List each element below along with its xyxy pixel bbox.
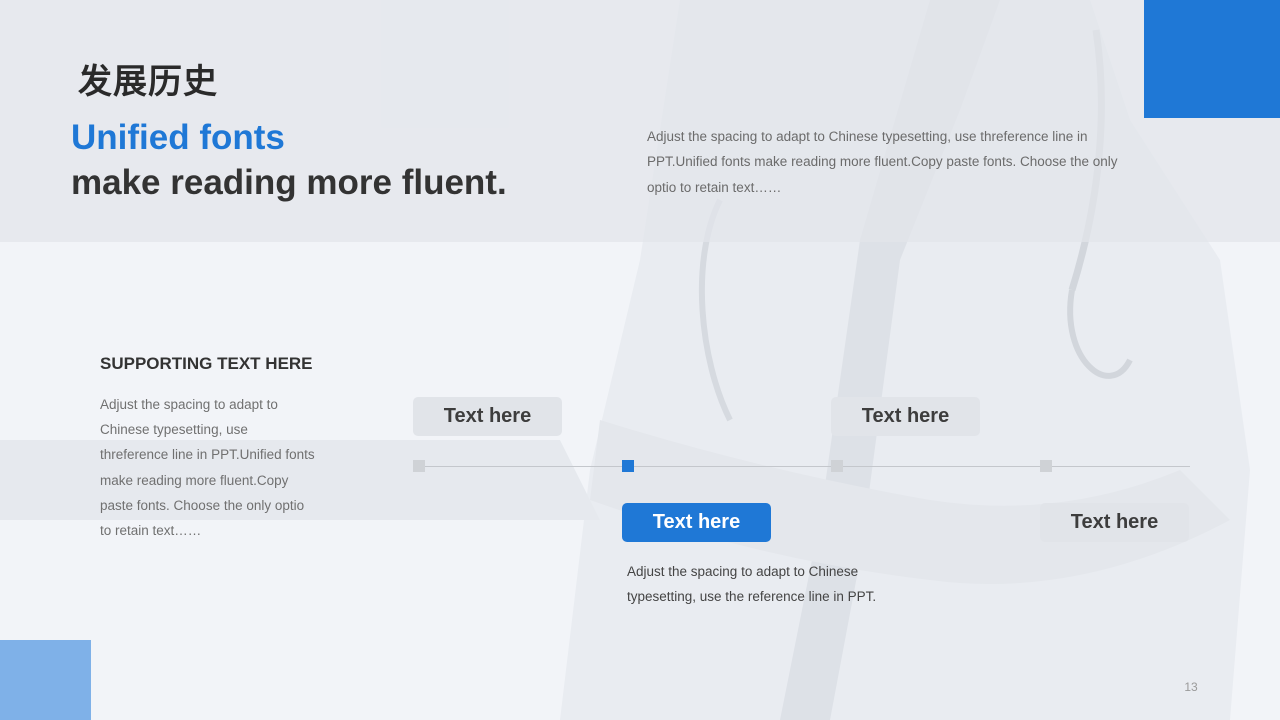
supporting-title: SUPPORTING TEXT HERE	[100, 354, 313, 373]
timeline-node	[1040, 460, 1052, 472]
page-title: 发展历史	[78, 62, 218, 102]
corner-accent-block	[1144, 0, 1280, 118]
timeline-label-4[interactable]: Text here	[1040, 503, 1189, 542]
header-description: Adjust the spacing to adapt to Chinese t…	[647, 129, 1118, 195]
corner-accent-block-light	[0, 640, 91, 720]
headline-main: make reading more fluent.	[71, 163, 507, 202]
timeline-node	[831, 460, 843, 472]
timeline-node	[413, 460, 425, 472]
active-event-description: Adjust the spacing to adapt to Chinese t…	[627, 564, 877, 605]
timeline-node-active	[622, 460, 634, 472]
supporting-body: Adjust the spacing to adapt to Chinese t…	[100, 397, 315, 539]
slide: 发展历史 Unified fonts make reading more flu…	[0, 0, 1280, 720]
timeline-label-2-active[interactable]: Text here	[622, 503, 771, 542]
timeline-label-3[interactable]: Text here	[831, 397, 980, 436]
headline-accent: Unified fonts	[71, 118, 285, 157]
timeline-label-1[interactable]: Text here	[413, 397, 562, 436]
timeline-line	[418, 466, 1190, 467]
page-number: 13	[1184, 680, 1198, 694]
